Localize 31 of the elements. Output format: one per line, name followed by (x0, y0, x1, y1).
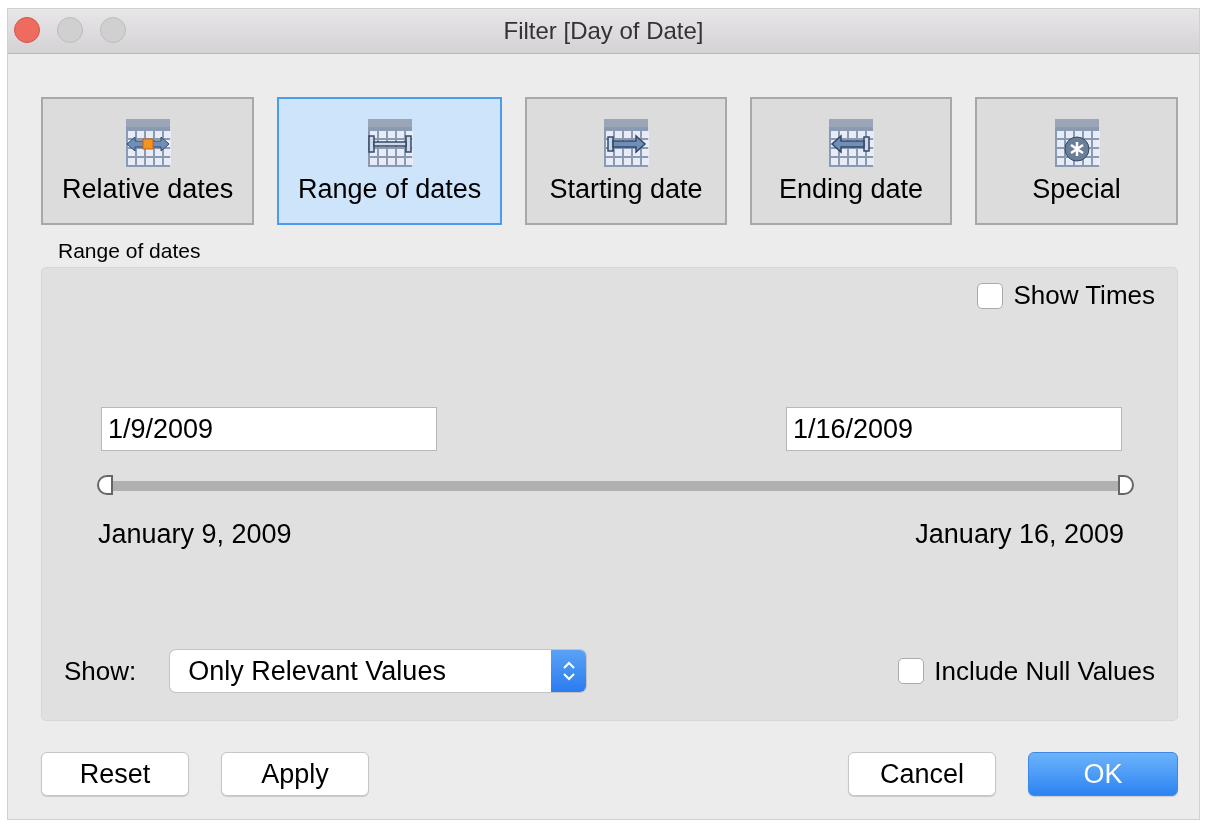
calendar-icon (1052, 117, 1101, 168)
slider-handle[interactable] (97, 475, 113, 495)
stepper-icon (561, 660, 576, 682)
dialog-button[interactable]: Apply (221, 752, 369, 796)
start-date-field[interactable]: 1/9/2009 (101, 407, 437, 451)
show-dropdown[interactable]: Only Relevant Values (170, 650, 587, 692)
slider-handle[interactable] (1118, 475, 1134, 495)
show-label: Show: (64, 655, 137, 687)
section-label: Range of dates (58, 239, 202, 263)
dialog-button[interactable]: Reset (41, 752, 189, 796)
filter-mode-tab[interactable]: Special (975, 97, 1178, 225)
start-date-label: January 9, 2009 (98, 519, 292, 550)
close-button[interactable] (14, 17, 40, 43)
calendar-icon (601, 117, 650, 168)
checkbox-label: Show Times (1013, 280, 1155, 311)
calendar-icon (827, 117, 876, 168)
checkbox-label: Include Null Values (934, 655, 1155, 687)
filter-mode-tab[interactable]: Ending date (750, 97, 953, 225)
minimize-button[interactable] (57, 17, 83, 43)
filter-mode-tab[interactable]: Relative dates (41, 97, 255, 225)
zoom-button[interactable] (100, 17, 126, 43)
window-title: Filter [Day of Date] (503, 17, 704, 45)
checkbox[interactable] (977, 282, 1004, 309)
filter-mode-tab[interactable]: Starting date (524, 97, 727, 225)
calendar-icon (123, 117, 172, 168)
calendar-icon (365, 117, 414, 168)
end-date-field[interactable]: 1/16/2009 (786, 407, 1122, 451)
dialog-button[interactable]: Cancel (848, 752, 996, 796)
checkbox[interactable] (898, 658, 925, 684)
end-date-label: January 16, 2009 (915, 519, 1124, 550)
filter-mode-tab[interactable]: Range of dates (277, 97, 502, 225)
